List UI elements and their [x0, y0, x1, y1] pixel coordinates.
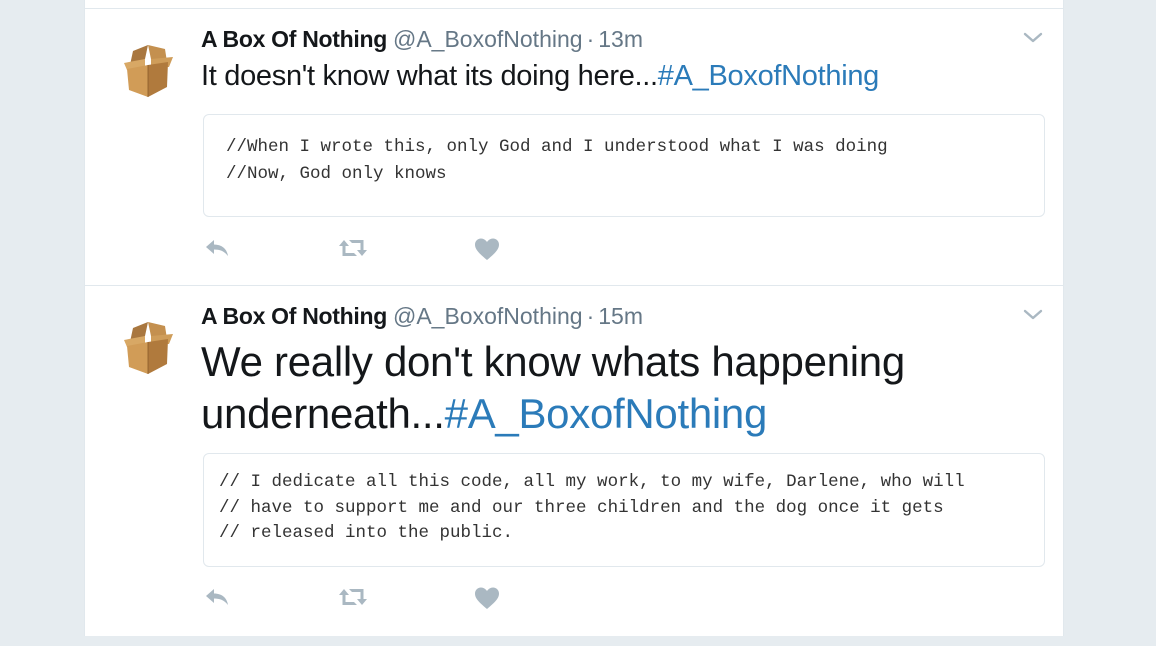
- author-name[interactable]: A Box Of Nothing: [201, 26, 387, 52]
- timestamp[interactable]: 13m: [598, 26, 643, 52]
- previous-tweet-edge: [85, 0, 1063, 9]
- author-handle[interactable]: @A_BoxofNothing: [393, 26, 583, 52]
- reply-icon[interactable]: [203, 586, 233, 612]
- chevron-down-icon[interactable]: [1023, 308, 1043, 322]
- avatar[interactable]: [115, 314, 181, 380]
- code-card[interactable]: // I dedicate all this code, all my work…: [203, 453, 1045, 567]
- box-icon: [124, 45, 173, 97]
- chevron-down-icon[interactable]: [1023, 31, 1043, 45]
- separator: ·: [586, 26, 595, 52]
- hashtag-link[interactable]: #A_BoxofNothing: [445, 390, 768, 437]
- heart-icon[interactable]: [473, 237, 503, 263]
- author-handle[interactable]: @A_BoxofNothing: [393, 303, 583, 329]
- tweet-text: It doesn't know what its doing here...#A…: [201, 58, 879, 94]
- code-card[interactable]: //When I wrote this, only God and I unde…: [203, 114, 1045, 217]
- author-name[interactable]: A Box Of Nothing: [201, 303, 387, 329]
- tweet-text: We really don't know whats happening und…: [201, 336, 1021, 440]
- timeline: A Box Of Nothing @A_BoxofNothing · 13m It d…: [84, 0, 1064, 636]
- avatar[interactable]: [115, 37, 181, 103]
- tweet-body: It doesn't know what its doing here...: [201, 60, 658, 92]
- timestamp[interactable]: 15m: [598, 303, 643, 329]
- separator: ·: [586, 303, 595, 329]
- tweet-header: A Box Of Nothing @A_BoxofNothing · 13m: [201, 26, 643, 53]
- reply-icon[interactable]: [203, 237, 233, 263]
- retweet-icon[interactable]: [337, 237, 367, 263]
- tweet[interactable]: A Box Of Nothing @A_BoxofNothing · 13m It d…: [85, 9, 1063, 286]
- box-icon: [124, 322, 173, 374]
- tweet-header: A Box Of Nothing @A_BoxofNothing · 15m: [201, 303, 643, 330]
- heart-icon[interactable]: [473, 586, 503, 612]
- hashtag-link[interactable]: #A_BoxofNothing: [658, 60, 880, 92]
- retweet-icon[interactable]: [337, 586, 367, 612]
- tweet[interactable]: A Box Of Nothing @A_BoxofNothing · 15m We r…: [85, 286, 1063, 646]
